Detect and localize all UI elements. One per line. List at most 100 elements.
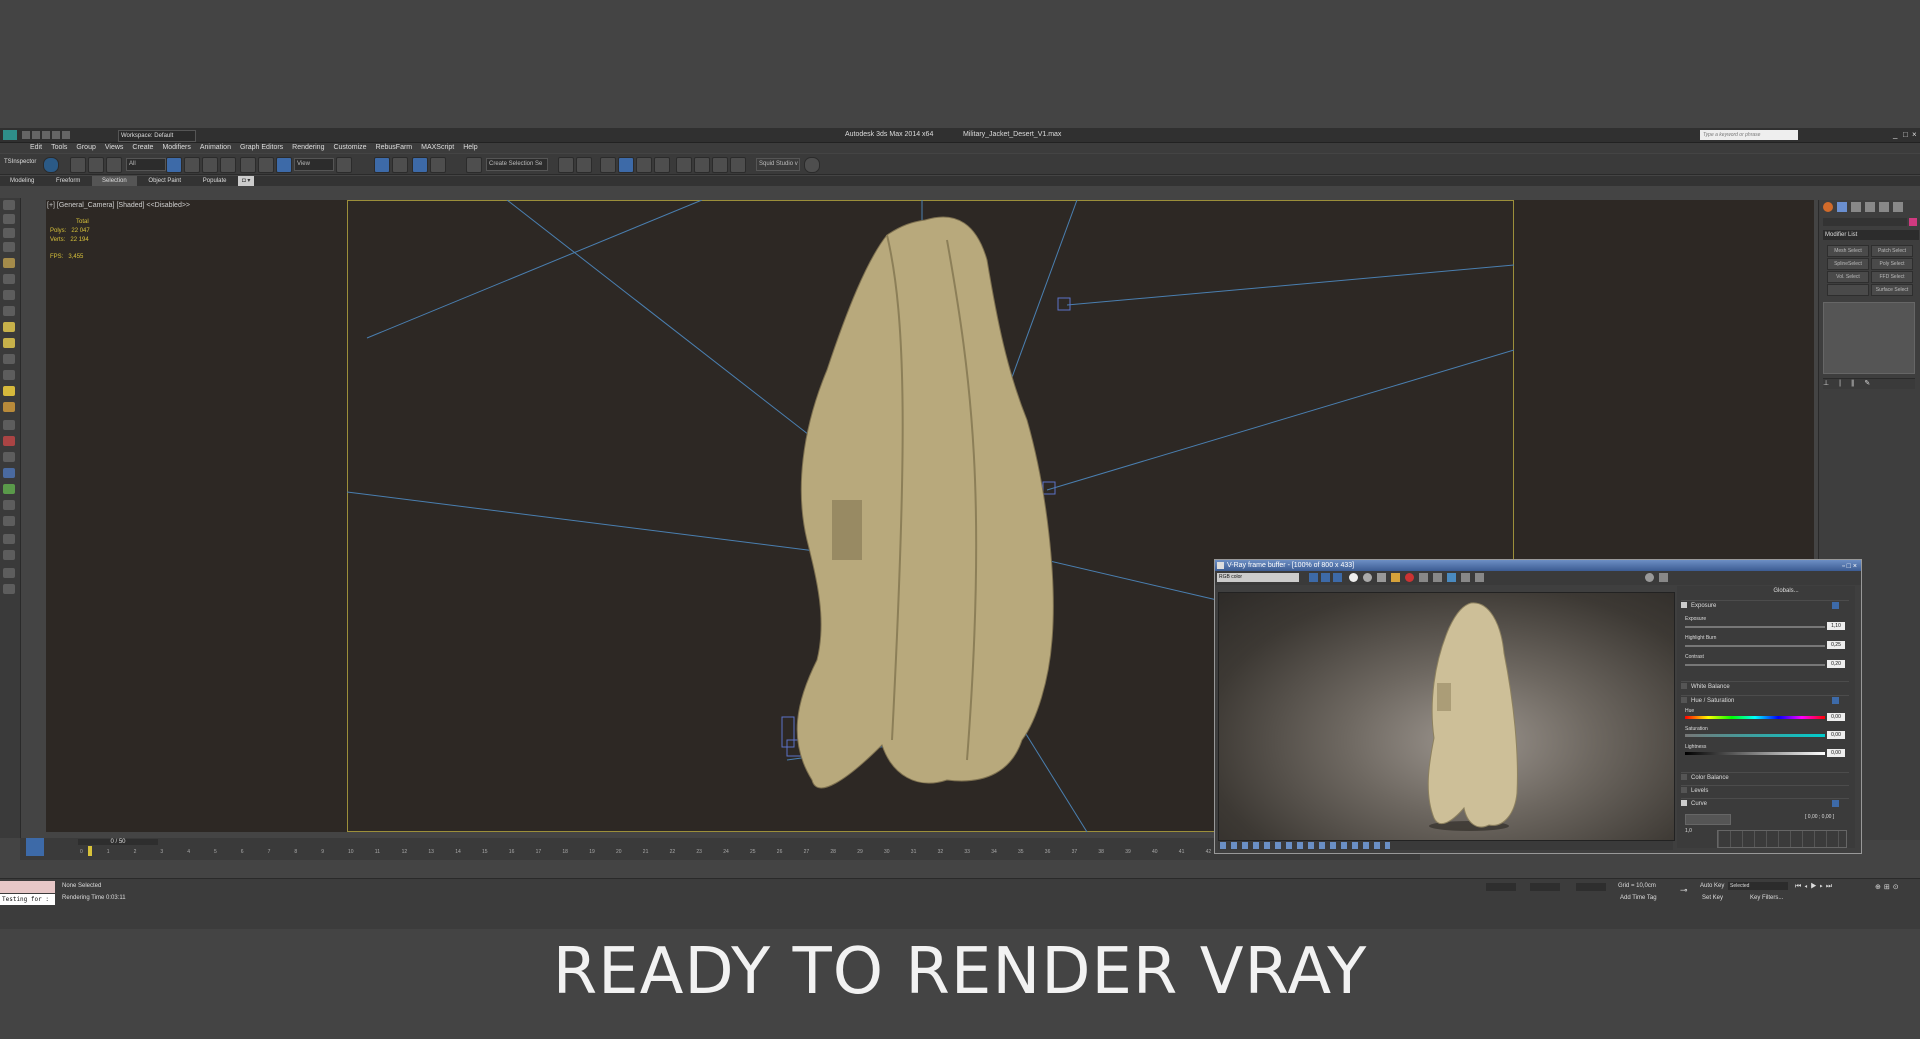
menu-item-animation[interactable]: Animation <box>200 144 231 151</box>
exposure-slider[interactable] <box>1685 626 1825 628</box>
mono-icon[interactable] <box>1363 573 1372 582</box>
x-field[interactable] <box>1486 883 1516 891</box>
render-last-icon[interactable] <box>1659 573 1668 582</box>
tool-icon-22[interactable] <box>3 534 15 544</box>
time-slider[interactable]: 0 / 50 <box>78 839 158 845</box>
tool-icon-4[interactable] <box>3 242 15 252</box>
object-color-swatch[interactable] <box>1909 218 1917 226</box>
maximize-icon[interactable]: □ <box>1903 128 1908 142</box>
tool-icon-23[interactable] <box>3 550 15 560</box>
viewport-label[interactable]: [+] [General_Camera] [Shaded] <<Disabled… <box>47 202 190 209</box>
app-logo-icon[interactable] <box>3 130 17 140</box>
rotate-icon[interactable] <box>258 157 274 173</box>
white-balance-row[interactable]: White Balance <box>1681 681 1849 692</box>
squid-studio-dropdown[interactable]: Squid Studio v <box>756 158 800 171</box>
tab-populate[interactable]: Populate <box>193 176 237 186</box>
ribbon-toggle-icon[interactable]: ◘ ▾ <box>238 176 255 186</box>
bind-space-warp-icon[interactable] <box>106 157 122 173</box>
mesh-select-button[interactable]: Mesh Select <box>1827 245 1869 257</box>
highlight-burn-value[interactable]: 0,25 <box>1827 641 1845 649</box>
save-icon[interactable] <box>42 131 50 139</box>
tool-icon-2[interactable] <box>3 214 15 224</box>
graphite-ribbon-icon[interactable] <box>618 157 634 173</box>
empty-button[interactable] <box>1827 284 1869 296</box>
hue-slider[interactable] <box>1685 716 1825 719</box>
rendered-frame-window-icon[interactable] <box>712 157 728 173</box>
tool-icon-14[interactable] <box>3 402 15 412</box>
redo-icon[interactable] <box>62 131 70 139</box>
create-tab-icon[interactable] <box>1823 202 1833 212</box>
reference-coordinate-dropdown[interactable]: View <box>294 158 334 171</box>
tool-icon-21[interactable] <box>3 516 15 526</box>
camera-gizmo[interactable] <box>781 716 795 748</box>
menu-item-group[interactable]: Group <box>76 144 95 151</box>
key-filters-button[interactable]: Key Filters... <box>1750 895 1783 901</box>
tab-selection[interactable]: Selection <box>92 176 137 186</box>
levels-checkbox[interactable] <box>1681 787 1687 794</box>
color-balance-row[interactable]: Color Balance <box>1681 772 1849 783</box>
tool-icon-9[interactable] <box>3 322 15 332</box>
tool-icon-16[interactable] <box>3 436 15 446</box>
menu-item-edit[interactable]: Edit <box>30 144 42 151</box>
stack-controls[interactable]: ⊥|∥✎ <box>1823 378 1915 389</box>
auto-key-button[interactable]: Auto Key <box>1700 883 1724 889</box>
saturation-value[interactable]: 0,00 <box>1827 731 1845 739</box>
rendered-image[interactable] <box>1218 592 1675 841</box>
modify-tab-icon[interactable] <box>1837 202 1847 212</box>
vray-frame-buffer-window[interactable]: V-Ray frame buffer - [100% of 800 x 433]… <box>1214 559 1862 854</box>
minimize-icon[interactable]: _ <box>1893 128 1897 142</box>
menu-item-create[interactable]: Create <box>132 144 153 151</box>
move-icon[interactable] <box>240 157 256 173</box>
snaps-toggle-icon[interactable] <box>374 157 390 173</box>
surface-select-button[interactable]: Surface Select <box>1871 284 1913 296</box>
tab-object-paint[interactable]: Object Paint <box>138 176 191 186</box>
timeline[interactable]: 0 / 50 0 1 2 3 4 5 6 7 8 9 10 11 12 13 14 15 16 17 18 19 20 2… <box>20 838 1426 860</box>
modifier-stack[interactable] <box>1823 302 1915 374</box>
tool-icon-19[interactable] <box>3 484 15 494</box>
saturation-slider[interactable] <box>1685 734 1825 737</box>
motion-tab-icon[interactable] <box>1865 202 1875 212</box>
open-icon[interactable] <box>32 131 40 139</box>
hue-saturation-checkbox[interactable] <box>1681 697 1687 704</box>
vfb-history-icons[interactable] <box>1220 842 1390 849</box>
curve-graph[interactable] <box>1717 830 1847 848</box>
material-editor-icon[interactable] <box>676 157 692 173</box>
menu-item-tools[interactable]: Tools <box>51 144 67 151</box>
render-setup-icon[interactable] <box>694 157 710 173</box>
tool-icon-10[interactable] <box>3 338 15 348</box>
tool-icon-12[interactable] <box>3 370 15 380</box>
menu-item-modifiers[interactable]: Modifiers <box>162 144 190 151</box>
percent-snap-icon[interactable] <box>412 157 428 173</box>
schematic-view-icon[interactable] <box>654 157 670 173</box>
menu-item-customize[interactable]: Customize <box>333 144 366 151</box>
select-object-icon[interactable] <box>166 157 182 173</box>
exposure-checkbox[interactable] <box>1681 602 1687 609</box>
tool-icon-7[interactable] <box>3 290 15 300</box>
curve-editor-icon[interactable] <box>636 157 652 173</box>
menu-item-help[interactable]: Help <box>463 144 477 151</box>
tool-icon-24[interactable] <box>3 568 15 578</box>
tool-icon-1[interactable] <box>3 200 15 210</box>
exposure-row[interactable]: Exposure <box>1681 600 1849 611</box>
tab-modeling[interactable]: Modeling <box>0 176 44 186</box>
menu-item-rendering[interactable]: Rendering <box>292 144 324 151</box>
exposure-value[interactable]: 1,10 <box>1827 622 1845 630</box>
link-icon[interactable] <box>70 157 86 173</box>
new-icon[interactable] <box>22 131 30 139</box>
globals-menu[interactable]: Globals... <box>1717 586 1855 596</box>
selection-filter-dropdown[interactable]: All <box>126 158 166 171</box>
close-icon[interactable]: × <box>1912 128 1917 142</box>
squid-icon[interactable] <box>804 157 820 173</box>
white-balance-checkbox[interactable] <box>1681 683 1687 690</box>
contrast-value[interactable]: 0,20 <box>1827 660 1845 668</box>
layer-manager-icon[interactable] <box>600 157 616 173</box>
spline-select-button[interactable]: SplineSelect <box>1827 258 1869 270</box>
sun-icon[interactable] <box>3 386 15 396</box>
color-balance-checkbox[interactable] <box>1681 774 1687 781</box>
undo-icon[interactable] <box>52 131 60 139</box>
maxscript-listener-top[interactable] <box>0 881 55 893</box>
hue-saturation-row[interactable]: Hue / Saturation <box>1681 695 1849 706</box>
y-field[interactable] <box>1530 883 1560 891</box>
menu-item-maxscript[interactable]: MAXScript <box>421 144 454 151</box>
tsinspector-icon[interactable] <box>43 157 59 173</box>
